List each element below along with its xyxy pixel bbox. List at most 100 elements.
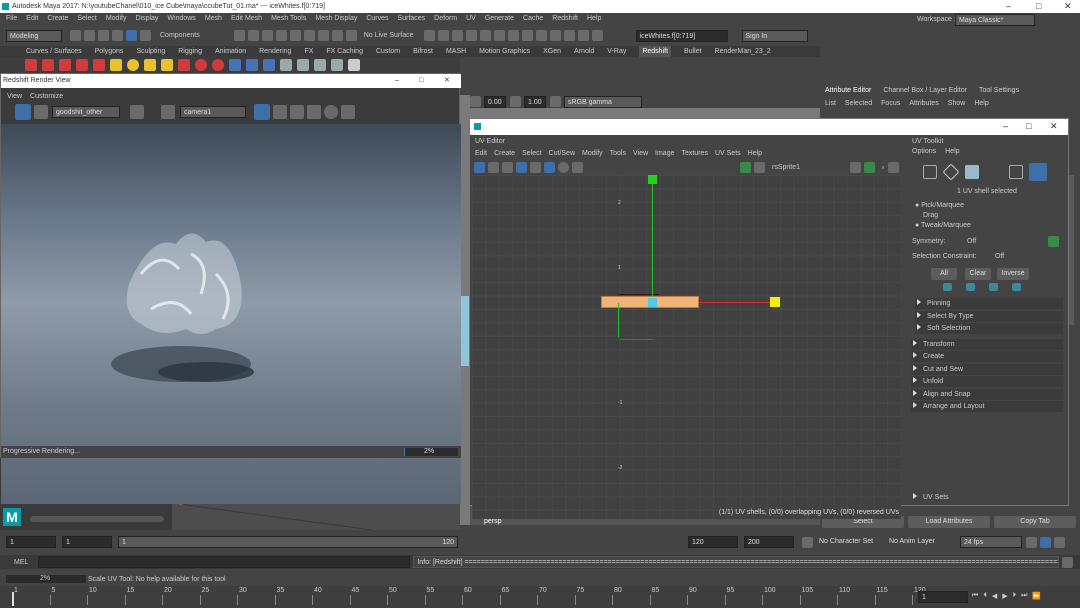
menu-mesh[interactable]: Mesh xyxy=(205,13,222,25)
menu-edit[interactable]: Edit xyxy=(26,13,38,25)
close-button[interactable]: ✕ xyxy=(444,74,450,88)
section-uv-sets[interactable]: UV Sets xyxy=(911,492,1063,503)
uv-dim-icon[interactable] xyxy=(754,161,765,173)
menu-deform[interactable]: Deform xyxy=(434,13,457,25)
uv-menu-cut-sew[interactable]: Cut/Sew xyxy=(549,150,575,157)
snap-grid-icon[interactable] xyxy=(233,30,245,41)
ae-menu-help[interactable]: Help xyxy=(974,100,988,107)
help-icon[interactable] xyxy=(348,59,360,71)
hypershade-icon[interactable] xyxy=(549,30,561,41)
xray-icon[interactable] xyxy=(437,30,449,41)
menu-cache[interactable]: Cache xyxy=(523,13,543,25)
uv-editor-icon[interactable] xyxy=(563,30,575,41)
menu-select[interactable]: Select xyxy=(77,13,96,25)
minimize-button[interactable]: – xyxy=(1003,121,1008,131)
rs-environment-icon[interactable] xyxy=(161,59,173,71)
menu-uv[interactable]: UV xyxy=(466,13,476,25)
menu-surfaces[interactable]: Surfaces xyxy=(398,13,426,25)
sew-icon[interactable] xyxy=(507,30,519,41)
camera-icon[interactable] xyxy=(273,105,287,119)
character-set-dropdown[interactable]: No Character Set xyxy=(816,536,886,548)
folder-icon[interactable] xyxy=(70,30,81,41)
go-to-start-icon[interactable]: ⏮ xyxy=(972,592,978,600)
tab-attribute-editor[interactable]: Attribute Editor xyxy=(825,87,871,94)
tweak-icon[interactable] xyxy=(465,30,477,41)
workspace-dropdown[interactable]: Maya Classic* xyxy=(955,14,1035,26)
uv-menu-create[interactable]: Create xyxy=(494,150,515,157)
exposure-icon[interactable] xyxy=(470,96,481,107)
section-create[interactable]: Create xyxy=(911,351,1063,362)
symmetry-value[interactable]: Off xyxy=(967,238,976,245)
time-slider[interactable]: 1 5 10 15 20 25 30 35 40 45 50 55 60 65 70 75 80 85 90 95 10… xyxy=(0,586,1080,608)
ae-menu-selected[interactable]: Selected xyxy=(845,100,872,107)
copy-tab-button[interactable]: Copy Tab xyxy=(994,516,1076,528)
undo-icon[interactable] xyxy=(98,30,109,41)
select-object-icon[interactable] xyxy=(140,30,151,41)
section-unfold[interactable]: Unfold xyxy=(911,376,1063,387)
snap-point-icon[interactable] xyxy=(261,30,273,41)
magnet-icon[interactable] xyxy=(451,30,463,41)
shelf-tab[interactable]: Animation xyxy=(215,46,246,57)
menu-create[interactable]: Create xyxy=(47,13,68,25)
grow-selection-icon[interactable] xyxy=(943,283,952,291)
step-forward-icon[interactable]: ⏭ xyxy=(1021,592,1027,600)
shrink-selection-icon[interactable] xyxy=(966,283,975,291)
render-icon[interactable] xyxy=(317,30,329,41)
symmetry-icon[interactable] xyxy=(423,30,435,41)
ae-menu-attributes[interactable]: Attributes xyxy=(909,100,939,107)
clear-button[interactable]: Clear xyxy=(965,268,991,280)
crop-icon[interactable] xyxy=(161,105,175,119)
uv-exposure-icon[interactable] xyxy=(850,161,862,173)
select-hierarchy-icon[interactable] xyxy=(126,30,137,41)
sign-in-button[interactable]: Sign In xyxy=(741,29,808,42)
load-attributes-button[interactable]: Load Attributes xyxy=(908,516,990,528)
toolkit-menu-help[interactable]: Help xyxy=(945,148,959,155)
shelf-tab[interactable]: Motion Graphics xyxy=(479,46,530,57)
constraint-value[interactable]: Off xyxy=(995,253,1004,260)
prev-key-icon[interactable]: ◀ xyxy=(992,592,997,600)
play-forward-icon[interactable]: ▶ xyxy=(1002,592,1007,600)
tab-channel-box[interactable]: Channel Box / Layer Editor xyxy=(883,87,967,94)
rs-portal-light-icon[interactable] xyxy=(93,59,105,71)
maximize-button[interactable]: □ xyxy=(419,74,423,88)
freeze-icon[interactable] xyxy=(307,105,321,119)
uv-canvas[interactable]: 2 1 -1 -2 (1/1) UV shells, (0/0) overlap… xyxy=(472,175,901,519)
rs-ies-light-icon[interactable] xyxy=(76,59,88,71)
tab-tool-settings[interactable]: Tool Settings xyxy=(979,87,1019,94)
snap-view-icon[interactable] xyxy=(275,30,287,41)
name-field[interactable]: iceWhites.f[0:719] xyxy=(635,29,728,42)
rs-volume-icon[interactable] xyxy=(195,59,207,71)
select-border-icon[interactable] xyxy=(989,283,998,291)
shelf-tab[interactable]: Arnold xyxy=(574,46,594,57)
left-panel-scrollbar[interactable] xyxy=(30,516,164,522)
character-set-icon[interactable] xyxy=(802,536,813,548)
render-view-icon[interactable] xyxy=(521,30,533,41)
menu-windows[interactable]: Windows xyxy=(167,13,195,25)
preferences-icon[interactable] xyxy=(1054,536,1065,548)
ipr-icon[interactable] xyxy=(331,30,343,41)
live-surface-label[interactable]: No Live Surface xyxy=(364,32,414,39)
preset-dropdown[interactable]: goodshit_other xyxy=(52,106,120,118)
symmetry-icon[interactable] xyxy=(1048,236,1059,247)
menu-view[interactable]: View xyxy=(7,91,22,102)
minimize-button[interactable]: – xyxy=(395,74,399,88)
rs-sphere-icon[interactable] xyxy=(127,59,139,71)
rs-proxy-icon[interactable] xyxy=(178,59,190,71)
uv-isolate-icon[interactable] xyxy=(558,161,569,173)
shelf-tab[interactable]: V-Ray xyxy=(607,46,626,57)
snapshot-icon[interactable] xyxy=(130,105,144,119)
section-cut-and-sew[interactable]: Cut and Sew xyxy=(911,364,1063,375)
graph-editor-icon[interactable] xyxy=(591,30,603,41)
color-space-dropdown[interactable]: sRGB gamma xyxy=(564,95,642,108)
section-arrange-and-layout[interactable]: Arrange and Layout xyxy=(911,401,1063,412)
section-align-and-snap[interactable]: Align and Snap xyxy=(911,389,1063,400)
shelf-tab-active[interactable]: Redshift xyxy=(639,46,672,57)
history-icon[interactable] xyxy=(303,30,315,41)
mesh-params-icon[interactable] xyxy=(314,59,326,71)
object-id-icon[interactable] xyxy=(280,59,292,71)
uv-menu-select[interactable]: Select xyxy=(522,150,541,157)
command-lang[interactable]: MEL xyxy=(14,559,28,566)
playback-end-field[interactable]: 120 xyxy=(688,536,738,548)
grid-icon[interactable] xyxy=(290,105,304,119)
uv-menu-modify[interactable]: Modify xyxy=(582,150,603,157)
